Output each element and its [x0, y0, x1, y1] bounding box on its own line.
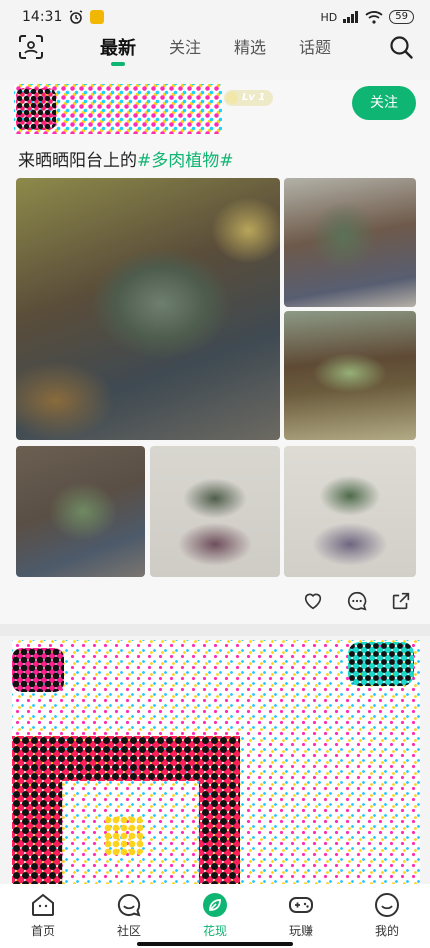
profile-icon — [375, 893, 399, 917]
post-photo-2[interactable] — [284, 178, 416, 307]
bottom-nav-discover[interactable]: 花现 — [172, 884, 258, 948]
wifi-icon — [365, 10, 383, 24]
image-blob — [12, 648, 64, 692]
post-card-2-image[interactable] — [12, 640, 420, 884]
image-blob — [12, 736, 240, 884]
post-card: Lv 1 关注 来晒晒阳台上的#多肉植物# — [0, 80, 430, 624]
bottom-nav-label: 首页 — [30, 924, 55, 938]
follow-button[interactable]: 关注 — [352, 86, 416, 120]
chat-icon — [117, 893, 141, 917]
heart-icon[interactable] — [302, 590, 324, 612]
tab-following[interactable]: 关注 — [169, 34, 201, 68]
gamepad-icon — [289, 897, 313, 913]
tab-featured[interactable]: 精选 — [234, 34, 266, 68]
status-time: 14:31 — [22, 9, 63, 25]
scan-icon[interactable] — [18, 34, 44, 60]
share-icon[interactable] — [390, 590, 412, 612]
image-blob — [104, 816, 144, 856]
top-nav: 最新 关注 精选 话题 — [0, 34, 430, 80]
home-indicator[interactable] — [137, 942, 293, 946]
signal-type-label: HD — [320, 10, 338, 24]
post-text: 来晒晒阳台上的#多肉植物# — [18, 146, 234, 171]
battery-indicator: 59 — [389, 10, 414, 24]
bottom-nav-label: 花现 — [202, 924, 227, 938]
bottom-nav-label: 我的 — [374, 924, 399, 938]
level-badge: Lv 1 — [224, 90, 274, 106]
alarm-icon — [70, 10, 83, 24]
post-photo-1[interactable] — [16, 178, 280, 440]
feed-divider — [0, 624, 430, 636]
bottom-nav-label: 玩赚 — [288, 924, 313, 938]
tab-topics[interactable]: 话题 — [299, 34, 331, 68]
post-photo-5[interactable] — [150, 446, 280, 577]
bottom-nav: 首页 社区 花现 玩赚 我的 — [0, 884, 430, 948]
notification-app-icon — [90, 10, 105, 24]
post-photo-6[interactable] — [284, 446, 416, 577]
post-actions — [302, 590, 412, 612]
bottom-nav-label: 社区 — [116, 924, 141, 938]
topic-tag[interactable]: #多肉植物# — [137, 151, 234, 171]
post-photo-3[interactable] — [284, 311, 416, 440]
status-bar: 14:31 HD 59 — [0, 0, 430, 34]
image-blob — [348, 642, 414, 686]
leaf-icon — [203, 893, 227, 917]
post-photo-4[interactable] — [16, 446, 145, 577]
bottom-nav-home[interactable]: 首页 — [0, 884, 86, 948]
post-author-row: Lv 1 关注 — [14, 84, 416, 136]
bottom-nav-earn[interactable]: 玩赚 — [258, 884, 344, 948]
bottom-nav-profile[interactable]: 我的 — [344, 884, 430, 948]
tab-latest[interactable]: 最新 — [100, 34, 136, 68]
search-icon[interactable] — [388, 34, 414, 60]
home-icon — [32, 893, 54, 916]
avatar[interactable] — [14, 84, 222, 134]
signal-icon — [343, 11, 359, 23]
comment-icon[interactable] — [346, 590, 368, 612]
bottom-nav-community[interactable]: 社区 — [86, 884, 172, 948]
post-text-body: 来晒晒阳台上的 — [18, 151, 137, 171]
